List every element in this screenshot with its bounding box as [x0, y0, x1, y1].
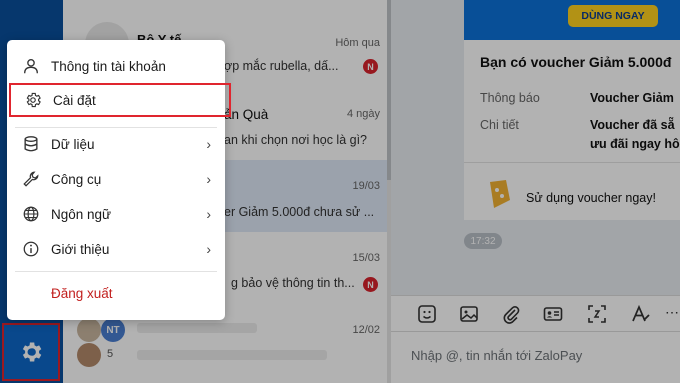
chevron-right-icon: ›: [206, 171, 211, 187]
app-window: Bộ Y tế Hôm qua ợp mắc rubella, dấ... N …: [0, 0, 680, 383]
settings-menu: Thông tin tài khoản Cài đặt Dữ liệu › Cô…: [7, 40, 231, 320]
menu-item-data[interactable]: Dữ liệu ›: [7, 126, 225, 162]
menu-item-about[interactable]: Giới thiệu ›: [7, 231, 225, 267]
menu-item-label: Thông tin tài khoản: [51, 58, 166, 74]
logout-button[interactable]: Đăng xuất: [51, 286, 113, 301]
menu-item-label: Ngôn ngữ: [51, 206, 112, 222]
globe-icon: [21, 204, 41, 224]
user-icon: [21, 56, 41, 76]
menu-item-label: Cài đặt: [53, 92, 96, 108]
menu-divider: [15, 271, 217, 272]
menu-item-label: Dữ liệu: [51, 136, 95, 152]
chevron-right-icon: ›: [206, 206, 211, 222]
info-icon: [21, 239, 41, 259]
settings-icon: [23, 90, 43, 110]
wrench-icon: [21, 169, 41, 189]
menu-item-settings[interactable]: Cài đặt: [9, 83, 231, 117]
menu-item-account-info[interactable]: Thông tin tài khoản: [7, 48, 225, 84]
menu-item-label: Giới thiệu: [51, 241, 110, 257]
menu-item-label: Công cụ: [51, 171, 102, 187]
chevron-right-icon: ›: [206, 241, 211, 257]
database-icon: [21, 134, 41, 154]
menu-item-language[interactable]: Ngôn ngữ ›: [7, 196, 225, 232]
chevron-right-icon: ›: [206, 136, 211, 152]
menu-item-tools[interactable]: Công cụ ›: [7, 161, 225, 197]
